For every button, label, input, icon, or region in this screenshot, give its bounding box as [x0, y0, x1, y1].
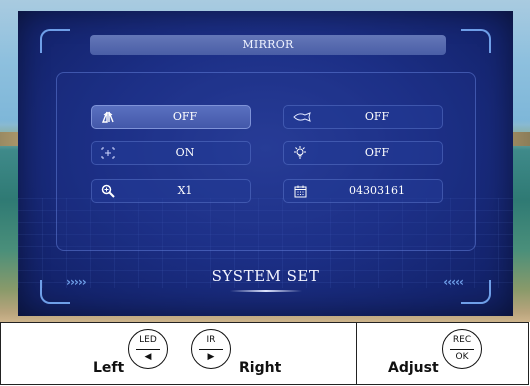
footer-title: SYSTEM SET	[211, 267, 320, 285]
ir-button-divider	[199, 349, 223, 350]
led-button-top-text: LED	[139, 335, 157, 345]
ir-button-top-text: IR	[206, 335, 216, 345]
zoom-setting[interactable]: X1	[91, 179, 251, 203]
corner-bracket-top-right	[461, 29, 491, 53]
legend-divider	[356, 323, 357, 384]
rec-ok-button[interactable]: REC OK	[442, 329, 482, 369]
date-setting[interactable]: 04303161	[283, 179, 443, 203]
fish-setting[interactable]: OFF	[283, 105, 443, 129]
ir-right-button[interactable]: IR ▶	[191, 329, 231, 369]
rec-button-top-text: REC	[452, 335, 472, 345]
left-label: Left	[93, 360, 125, 376]
corner-bracket-top-left	[40, 29, 70, 53]
center-cross-icon	[100, 142, 116, 164]
ok-button-text: OK	[455, 352, 469, 362]
left-arrow-icon: ◀	[144, 352, 152, 362]
rec-button-divider	[450, 349, 474, 350]
footer-underline	[230, 290, 302, 292]
led-button-divider	[136, 349, 160, 350]
center-line-value: ON	[175, 146, 195, 159]
center-line-setting[interactable]: ON	[91, 141, 251, 165]
zoom-icon	[100, 180, 116, 202]
mirror-setting[interactable]: OFF	[91, 105, 251, 129]
fish-value: OFF	[364, 110, 390, 123]
led-left-button[interactable]: LED ◀	[128, 329, 168, 369]
fish-icon	[292, 106, 314, 128]
adjust-label: Adjust	[388, 360, 439, 376]
mirror-value: OFF	[172, 110, 198, 123]
date-value: 04303161	[349, 184, 405, 197]
osd-menu-panel: MIRROR OFF OFF ON OFF X1 04303161 ››››› …	[18, 11, 513, 316]
camera-screen: MIRROR OFF OFF ON OFF X1 04303161 ››››› …	[0, 0, 530, 322]
right-arrow-icon: ▶	[207, 352, 215, 362]
button-legend: Left LED ◀ IR ▶ Right Adjust REC OK	[0, 322, 529, 385]
menu-title: MIRROR	[90, 35, 446, 55]
settings-grid: OFF OFF ON OFF X1 04303161	[56, 72, 476, 251]
light-setting[interactable]: OFF	[283, 141, 443, 165]
light-value: OFF	[364, 146, 390, 159]
right-label: Right	[239, 360, 282, 376]
nav-arrows-right: ‹‹‹‹‹	[443, 275, 464, 289]
calendar-icon	[292, 180, 308, 202]
light-icon	[292, 142, 308, 164]
flip-icon	[100, 106, 116, 128]
zoom-value: X1	[177, 184, 193, 197]
